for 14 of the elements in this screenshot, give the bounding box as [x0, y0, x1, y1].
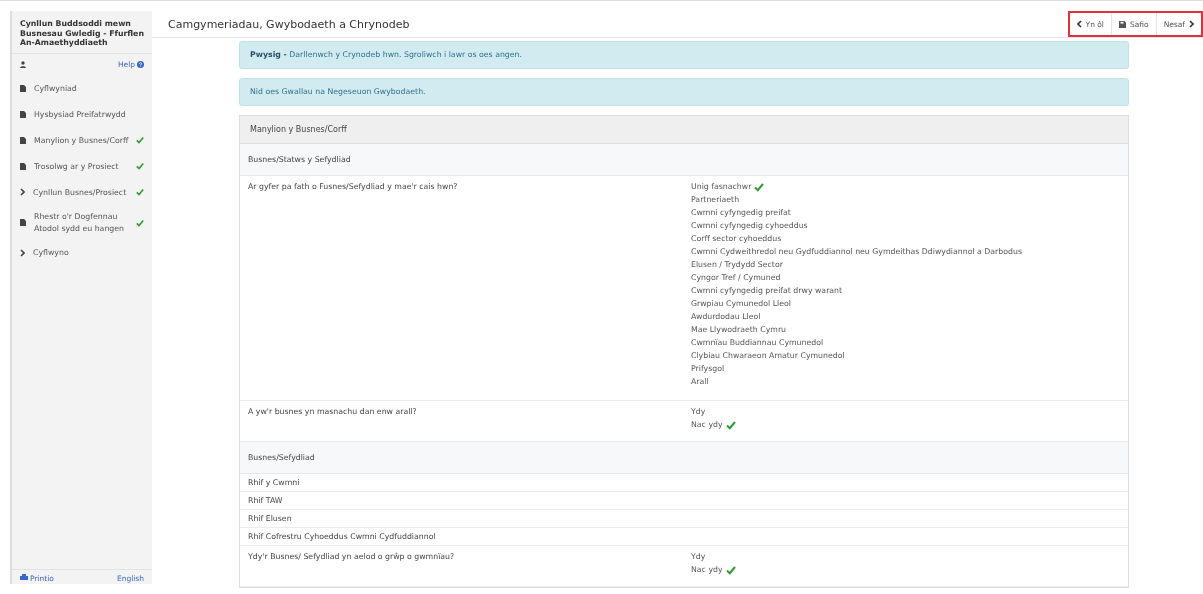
- user-icon: [20, 61, 26, 69]
- document-icon: [20, 136, 26, 144]
- document-icon: [20, 110, 26, 118]
- document-icon: [20, 162, 26, 170]
- document-icon: [20, 84, 26, 92]
- chevron-right-icon: [20, 248, 25, 257]
- panel-heading: Manylion y Busnes/Corff: [240, 116, 1128, 144]
- chevron-left-icon: [1076, 20, 1082, 28]
- page-title: Camgymeriadau, Gwybodaeth a Chrynodeb: [168, 17, 410, 31]
- chevron-right-icon: [1189, 20, 1194, 28]
- question-icon: [137, 61, 144, 69]
- chevron-right-icon: [20, 188, 25, 197]
- printer-icon: [20, 574, 28, 581]
- document-icon: [20, 219, 26, 226]
